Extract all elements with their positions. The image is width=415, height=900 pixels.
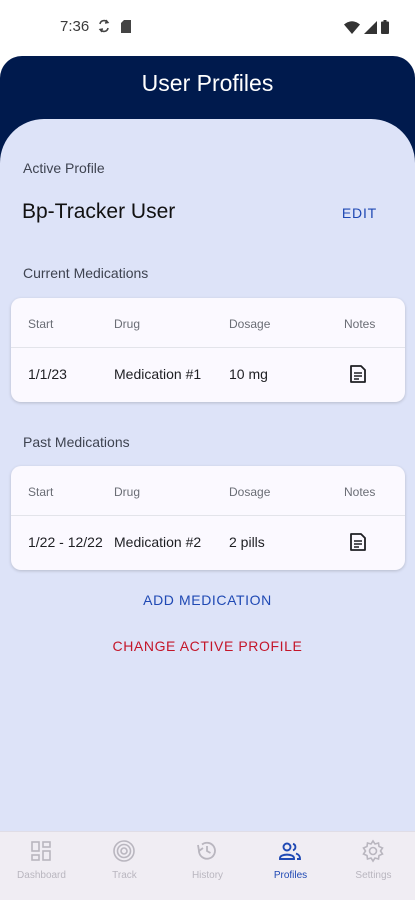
bottom-navigation: Dashboard Track History Profiles Setting… xyxy=(0,831,415,887)
drug-cell: Medication #1 xyxy=(114,366,202,382)
target-icon xyxy=(112,839,136,868)
history-icon xyxy=(195,839,219,868)
note-icon[interactable] xyxy=(348,532,368,557)
nav-label: Dashboard xyxy=(17,870,66,881)
system-navigation-bar xyxy=(0,887,415,900)
add-medication-button[interactable]: ADD MEDICATION xyxy=(0,592,415,608)
column-header-drug: Drug xyxy=(114,485,141,499)
edit-profile-button[interactable]: EDIT xyxy=(342,205,377,221)
nav-label: Track xyxy=(112,870,137,881)
column-header-dosage: Dosage xyxy=(229,485,271,499)
past-medications-label: Past Medications xyxy=(23,434,130,450)
current-medications-label: Current Medications xyxy=(23,265,149,281)
profile-name: Bp-Tracker User xyxy=(22,200,176,223)
nav-dashboard[interactable]: Dashboard xyxy=(0,832,83,888)
nav-label: Settings xyxy=(355,870,392,881)
column-header-start: Start xyxy=(28,485,54,499)
column-header-drug: Drug xyxy=(114,317,141,331)
sync-icon xyxy=(97,19,111,38)
gear-icon xyxy=(361,839,385,868)
past-medications-table: Start Drug Dosage Notes 1/22 - 12/22 Med… xyxy=(11,466,405,570)
drug-cell: Medication #2 xyxy=(114,534,202,550)
status-time: 7:36 xyxy=(60,18,90,35)
status-bar: 7:36 xyxy=(0,0,415,56)
signal-icon xyxy=(364,20,377,39)
sd-card-icon xyxy=(121,20,132,38)
dosage-cell: 10 mg xyxy=(229,366,268,382)
nav-track[interactable]: Track xyxy=(83,832,166,888)
table-header: Start Drug Dosage Notes xyxy=(11,466,405,516)
column-header-notes: Notes xyxy=(344,317,376,331)
nav-label: Profiles xyxy=(273,870,308,881)
dosage-cell: 2 pills xyxy=(229,534,265,550)
wifi-icon xyxy=(344,20,360,39)
nav-settings[interactable]: Settings xyxy=(332,832,415,888)
table-header: Start Drug Dosage Notes xyxy=(11,298,405,348)
table-row[interactable]: 1/22 - 12/22 Medication #2 2 pills xyxy=(11,517,405,567)
nav-label: History xyxy=(191,870,224,881)
people-icon xyxy=(278,839,302,868)
change-active-profile-button[interactable]: CHANGE ACTIVE PROFILE xyxy=(0,638,415,654)
nav-profiles[interactable]: Profiles xyxy=(249,832,332,888)
column-header-notes: Notes xyxy=(344,485,376,499)
table-row[interactable]: 1/1/23 Medication #1 10 mg xyxy=(11,349,405,399)
column-header-dosage: Dosage xyxy=(229,317,271,331)
start-date-cell: 1/22 - 12/22 xyxy=(28,534,103,550)
battery-icon xyxy=(381,20,389,39)
page-title: User Profiles xyxy=(141,70,274,96)
dashboard-icon xyxy=(29,839,53,868)
column-header-start: Start xyxy=(28,317,54,331)
start-date-cell: 1/1/23 xyxy=(28,366,67,382)
current-medications-table: Start Drug Dosage Notes 1/1/23 Medicatio… xyxy=(11,298,405,402)
nav-history[interactable]: History xyxy=(166,832,249,888)
active-profile-label: Active Profile xyxy=(23,160,105,176)
note-icon[interactable] xyxy=(348,364,368,389)
